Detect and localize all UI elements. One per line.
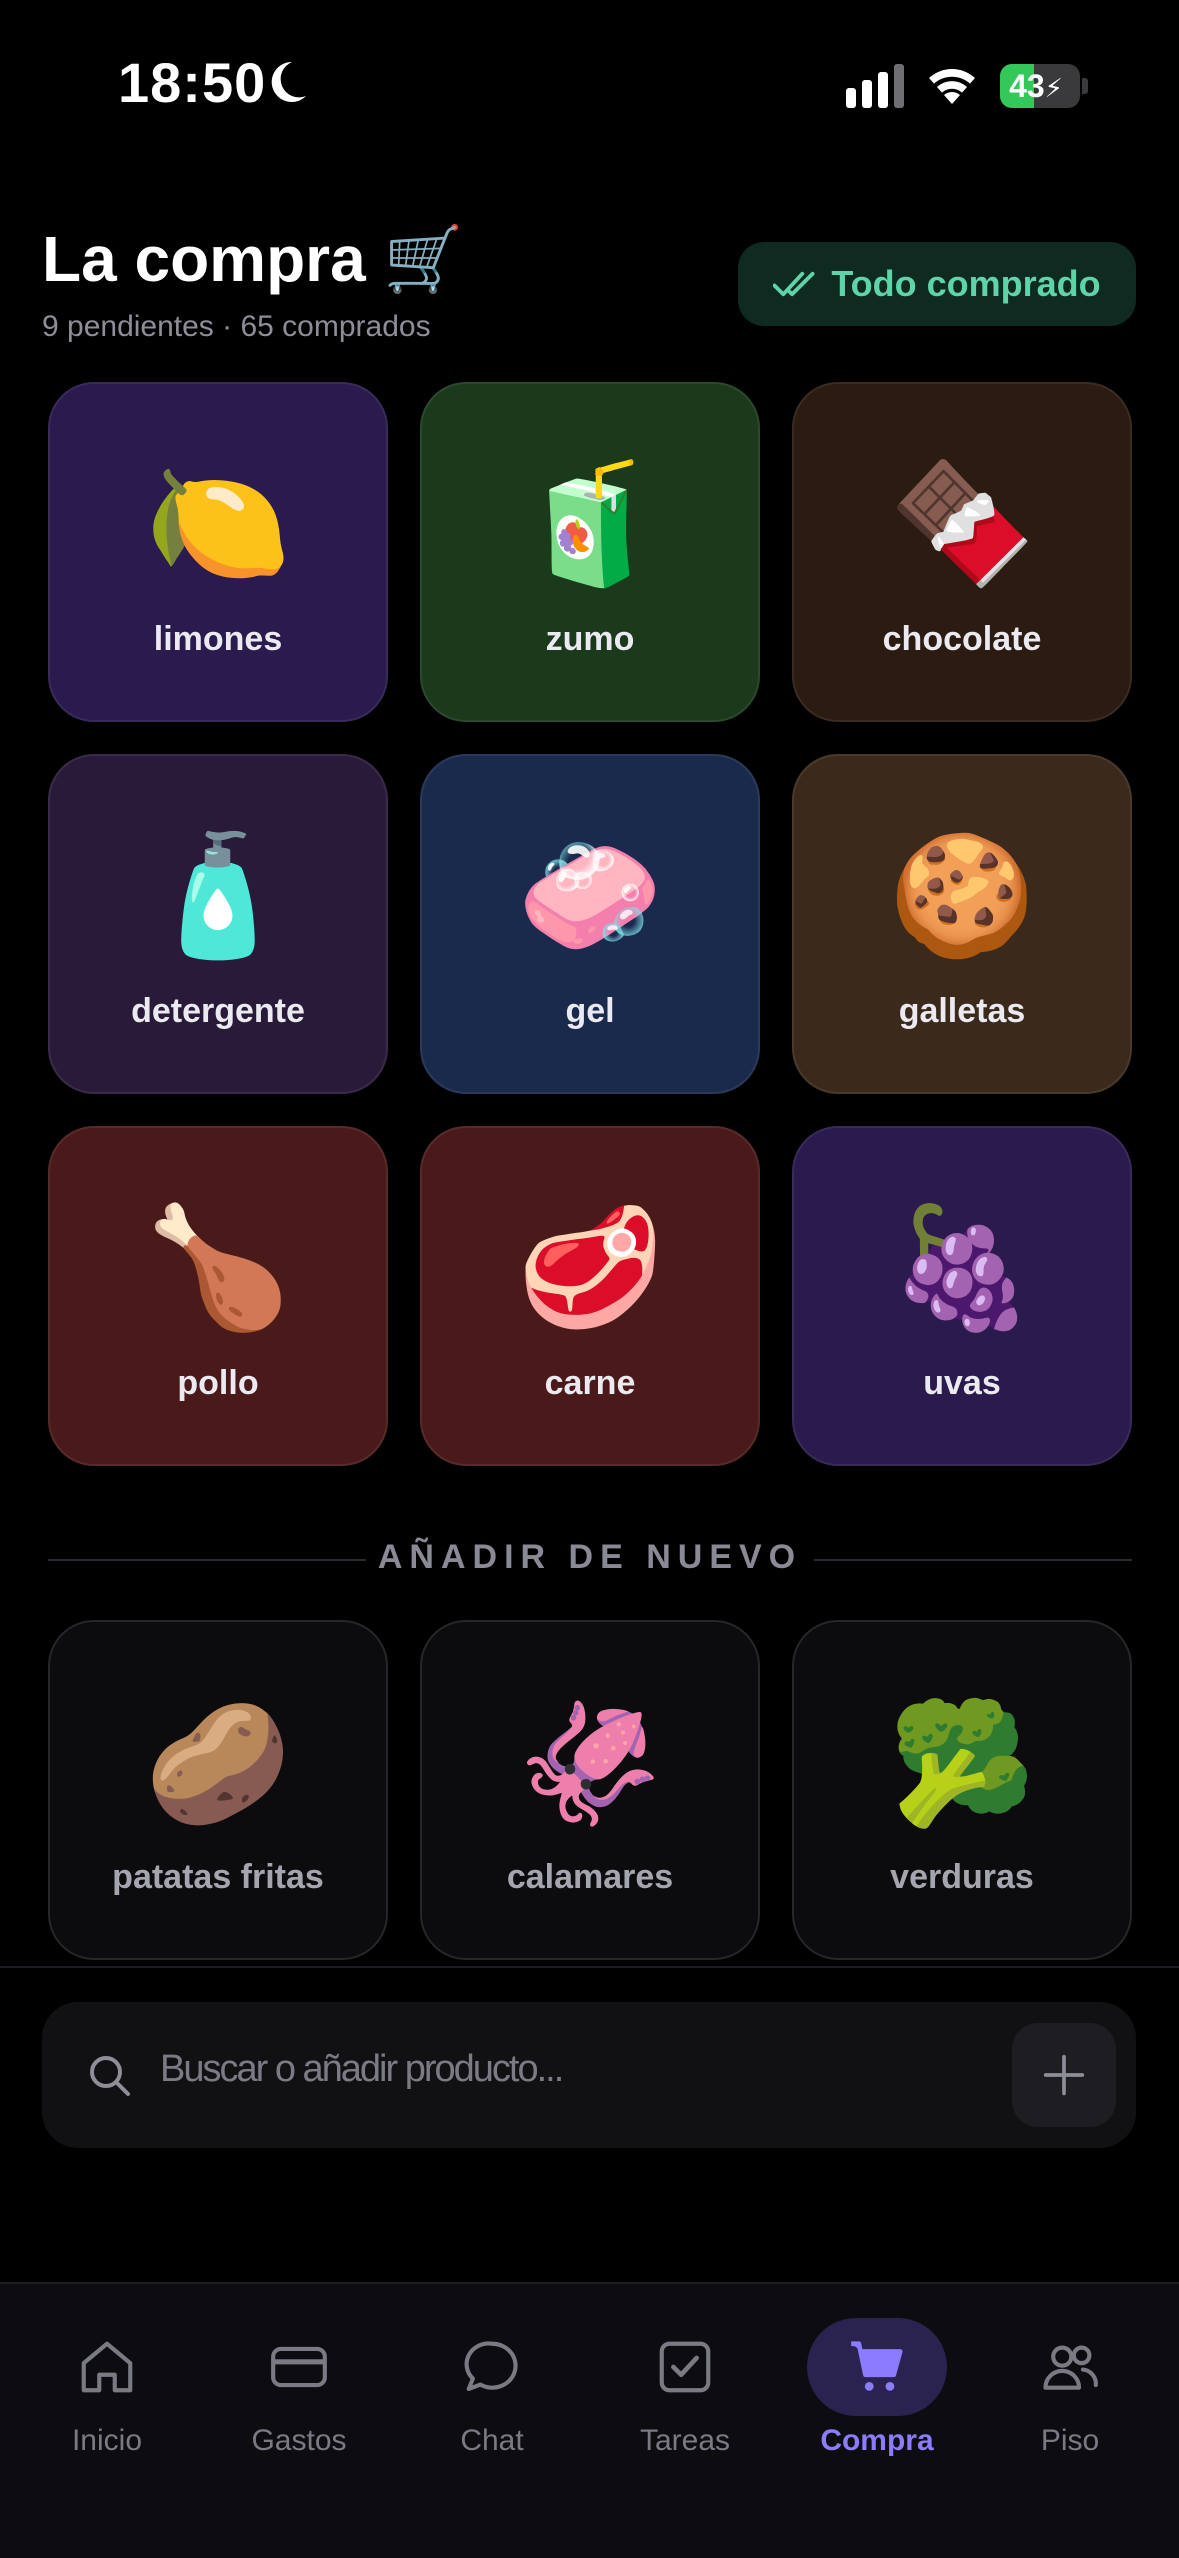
double-check-icon [773,271,815,297]
tab-gastos[interactable]: Gastos [214,2284,384,2464]
card-icon [271,2346,327,2388]
all-bought-label: Todo comprado [831,263,1101,304]
cellular-signal-icon [846,64,904,108]
page-title: La compra 🛒 [42,223,464,295]
pending-item-card[interactable]: 🥩 carne [420,1126,760,1466]
juice-box-icon: 🧃 [516,458,664,590]
item-label: patatas fritas [112,1858,324,1896]
pending-item-card[interactable]: 🍇 uvas [792,1126,1132,1466]
steak-icon: 🥩 [516,1202,664,1334]
lemon-icon: 🍋 [144,458,292,590]
bottom-tab-bar: Inicio Gastos Chat Tareas Compra Piso [0,2282,1179,2558]
pending-item-card[interactable]: 🍫 chocolate [792,382,1132,722]
re-add-items-grid: 🥔 patatas fritas 🦑 calamares 🥦 verduras [48,1620,1132,1960]
pending-items-grid: 🍋 limones 🧃 zumo 🍫 chocolate 🧴 detergente 🧼 g… [48,382,1132,1466]
chicken-leg-icon: 🍗 [144,1202,292,1334]
battery-percentage: 43 [1009,68,1045,104]
cookie-icon: 🍪 [888,830,1036,962]
squid-icon: 🦑 [516,1698,664,1830]
add-product-button[interactable] [1012,2023,1116,2127]
pending-item-card[interactable]: 🍪 galletas [792,754,1132,1094]
tab-label: Gastos [251,2424,347,2457]
item-label: zumo [545,620,635,658]
tab-compra[interactable]: Compra [792,2284,962,2464]
pending-item-card[interactable]: 🧃 zumo [420,382,760,722]
battery-tip [1082,78,1088,94]
pending-item-card[interactable]: 🍗 pollo [48,1126,388,1466]
potato-icon: 🥔 [144,1698,292,1830]
search-input[interactable]: Buscar o añadir producto... [160,2048,564,2091]
item-label: verduras [890,1858,1034,1896]
page-subtitle: 9 pendientes · 65 comprados [42,310,431,343]
chat-icon [464,2341,518,2392]
wifi-icon [929,69,975,104]
search-separator [0,1966,1179,1968]
status-time: 18:50 [118,51,267,114]
re-add-heading: AÑADIR DE NUEVO [377,1538,803,1576]
tab-label: Compra [820,2424,934,2457]
cart-icon [851,2341,903,2391]
battery-indicator: 43⚡ [1000,64,1080,108]
tab-label: Chat [460,2424,524,2457]
broccoli-icon: 🥦 [888,1698,1036,1830]
item-label: chocolate [882,620,1042,658]
chocolate-bar-icon: 🍫 [888,458,1036,590]
re-add-item-card[interactable]: 🦑 calamares [420,1620,760,1960]
home-icon [81,2341,133,2393]
search-bar[interactable]: Buscar o añadir producto... [42,2002,1136,2148]
item-label: gel [565,992,615,1030]
re-add-section-divider: AÑADIR DE NUEVO [48,1538,1132,1582]
pending-item-card[interactable]: 🧼 gel [420,754,760,1094]
grapes-icon: 🍇 [888,1202,1036,1334]
tab-label: Inicio [71,2424,143,2457]
people-icon [1043,2345,1098,2390]
tab-tareas[interactable]: Tareas [600,2284,770,2464]
item-label: galletas [898,992,1026,1030]
tab-piso[interactable]: Piso [985,2284,1155,2464]
item-label: calamares [506,1858,674,1896]
tab-label: Tareas [639,2424,731,2457]
tab-chat[interactable]: Chat [407,2284,577,2464]
soap-icon: 🧼 [516,830,664,962]
pending-item-card[interactable]: 🍋 limones [48,382,388,722]
item-label: limones [153,620,283,658]
search-icon [90,2056,130,2096]
plus-icon [1043,2054,1085,2096]
all-bought-button[interactable]: Todo comprado [738,242,1136,326]
status-bar: 18:50 43⚡ [0,0,1179,170]
lotion-bottle-icon: 🧴 [144,830,292,962]
item-label: carne [544,1364,636,1402]
pending-item-card[interactable]: 🧴 detergente [48,754,388,1094]
re-add-item-card[interactable]: 🥦 verduras [792,1620,1132,1960]
re-add-item-card[interactable]: 🥔 patatas fritas [48,1620,388,1960]
item-label: uvas [923,1364,1001,1402]
tab-label: Piso [1040,2424,1100,2457]
moon-icon [271,61,306,102]
tab-inicio[interactable]: Inicio [22,2284,192,2464]
item-label: pollo [177,1364,259,1402]
checkbox-icon [659,2341,711,2393]
item-label: detergente [131,992,305,1030]
